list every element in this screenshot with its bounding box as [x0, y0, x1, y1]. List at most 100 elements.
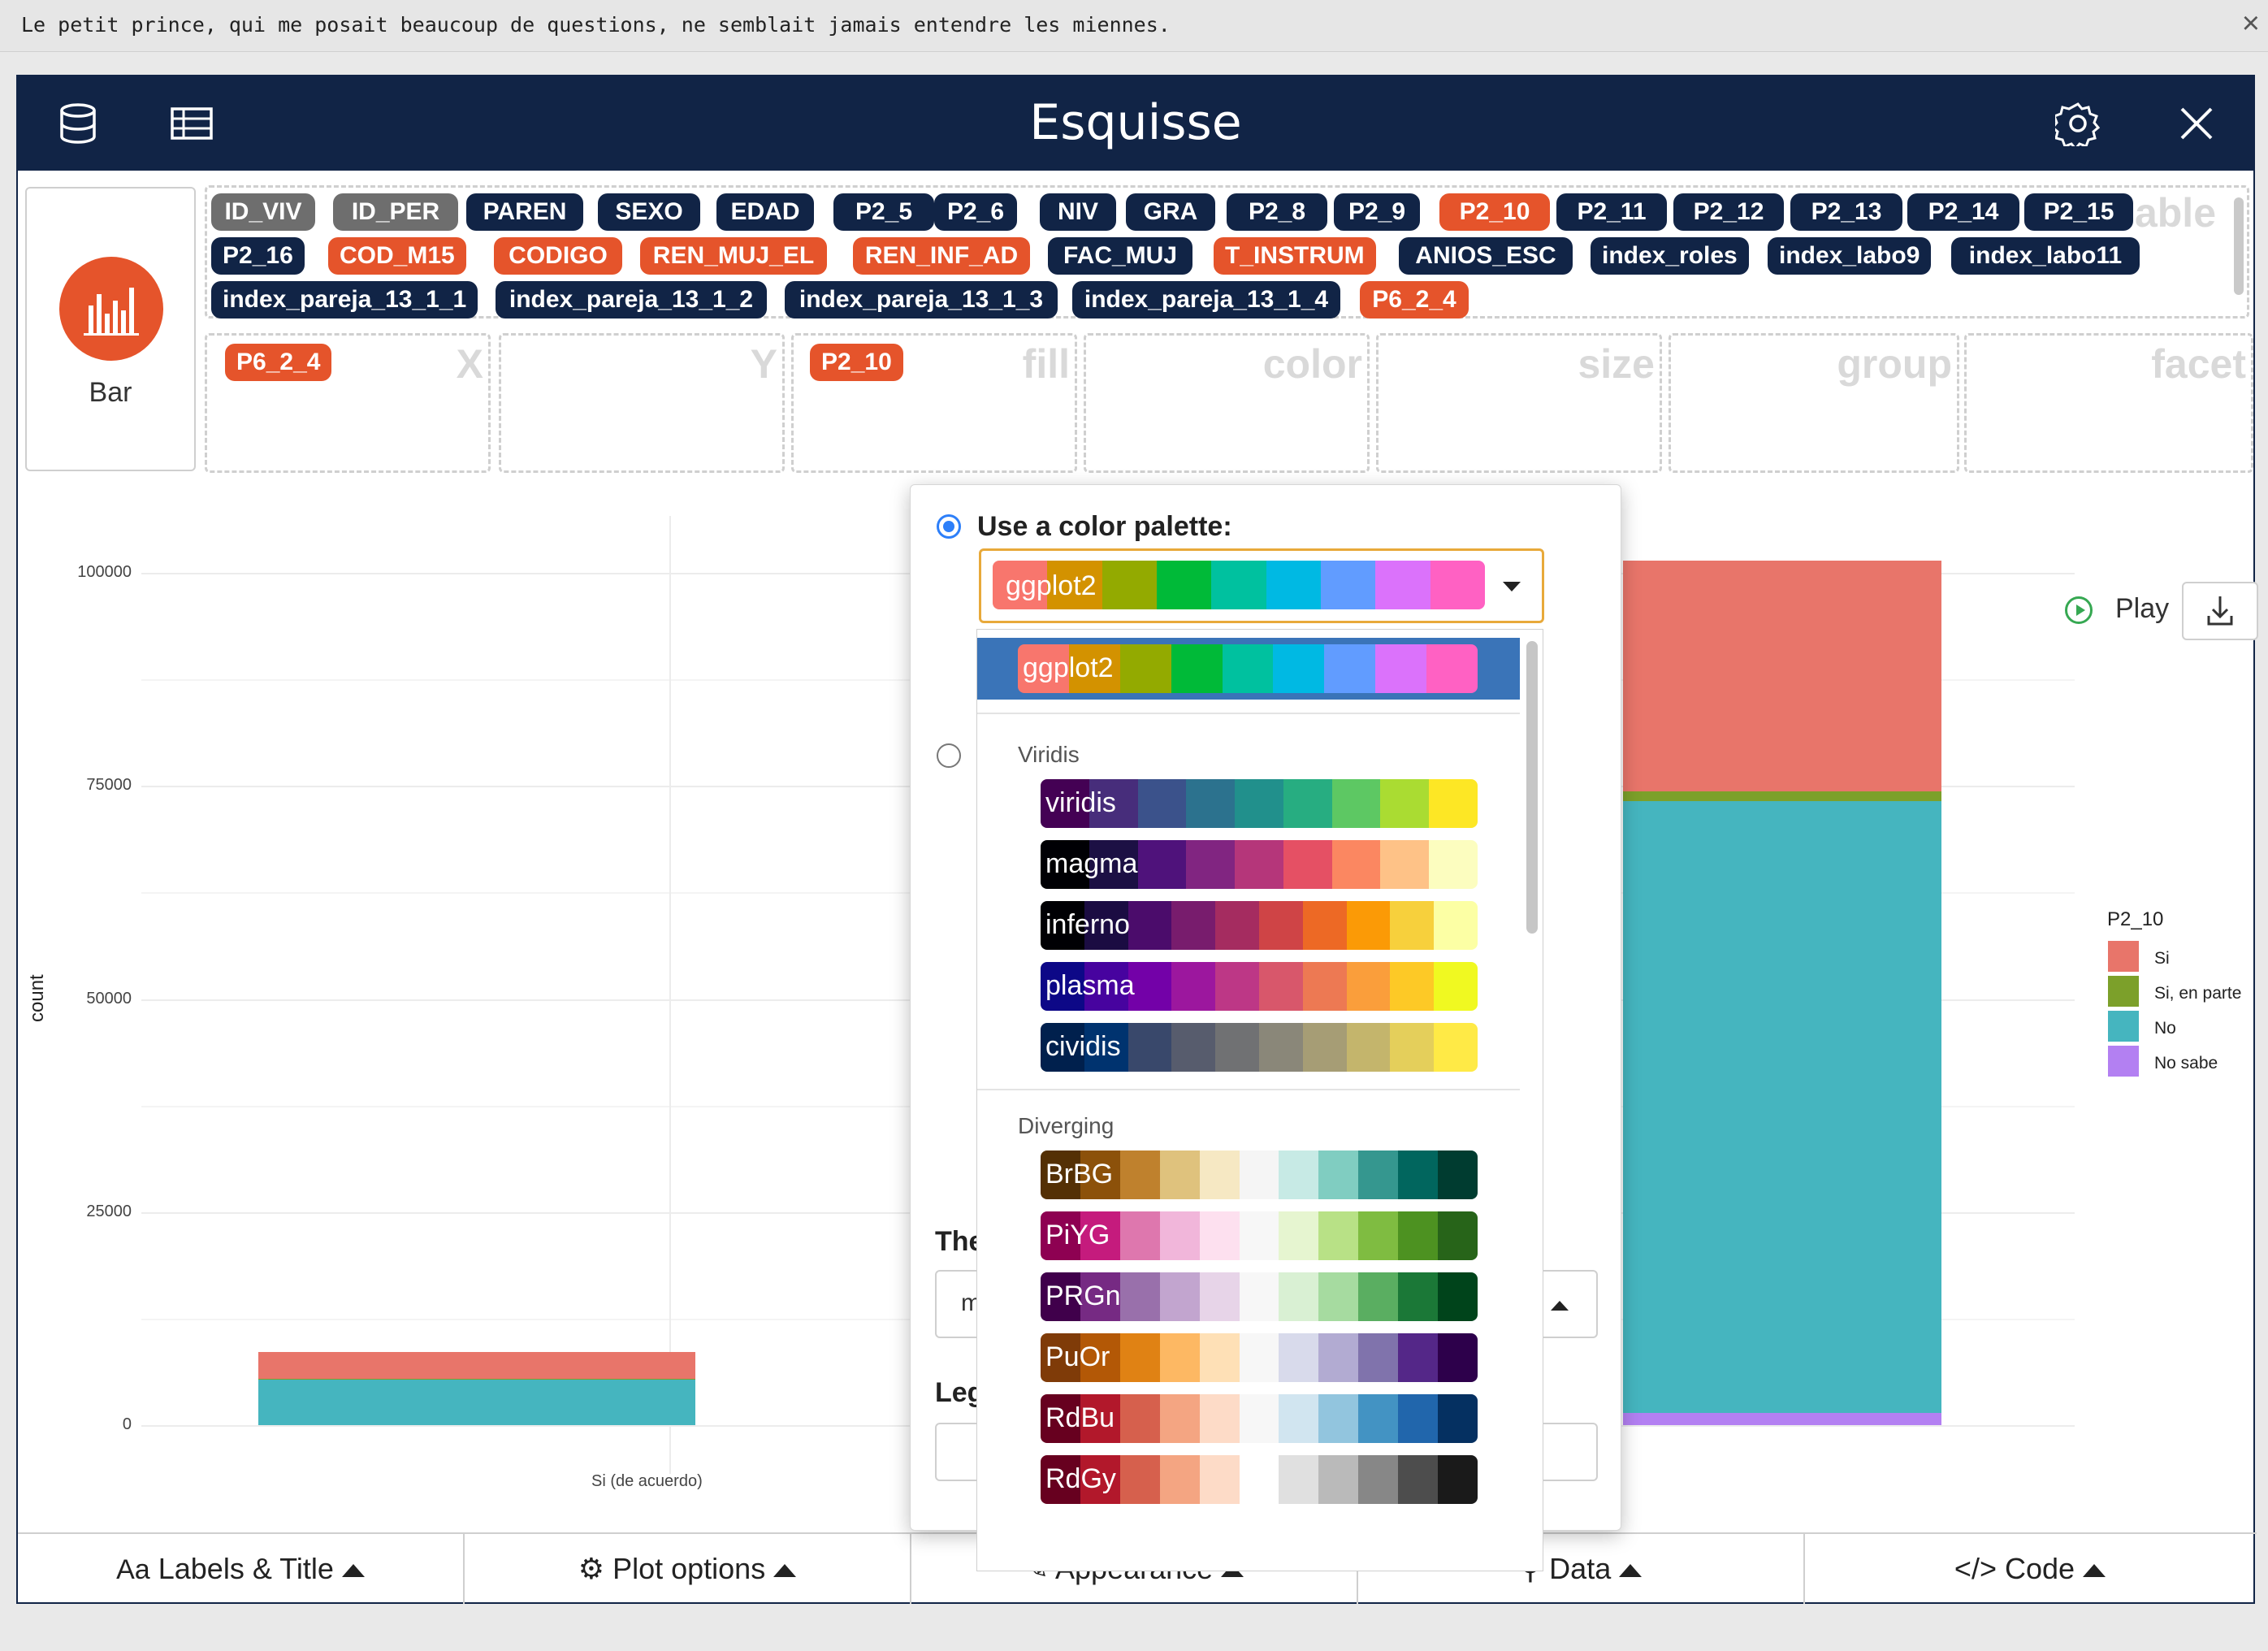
bar-segment — [258, 1380, 695, 1425]
bar-segment — [258, 1379, 695, 1380]
variable-chip[interactable]: REN_MUJ_EL — [640, 237, 827, 275]
tab-code[interactable]: </> Code — [1805, 1534, 2255, 1604]
download-icon — [2207, 596, 2233, 626]
variable-chip[interactable]: P2_9 — [1334, 193, 1420, 231]
variable-chip[interactable]: index_pareja_13_1_3 — [785, 281, 1058, 318]
variable-chip[interactable]: P2_15 — [2024, 193, 2133, 231]
legend-key — [2108, 941, 2139, 972]
palette-option-label: ggplot2 — [1023, 652, 1114, 683]
play-label: Play — [2115, 593, 2170, 624]
dropzone-facet[interactable]: facet — [1964, 333, 2253, 473]
legend-label: No sabe — [2154, 1054, 2218, 1072]
bar-segment — [1623, 1413, 1941, 1425]
notice-text: Le petit prince, qui me posait beaucoup … — [21, 13, 1171, 37]
variable-chip[interactable]: ID_VIV — [211, 193, 315, 231]
dropzone-group[interactable]: group — [1669, 333, 1959, 473]
gear-icon[interactable] — [2055, 101, 2101, 146]
app-title: Esquisse — [1029, 94, 1242, 151]
variable-chip[interactable]: ANIOS_ESC — [1399, 237, 1573, 275]
variable-chip[interactable]: P2_14 — [1907, 193, 2019, 231]
variable-chip[interactable]: index_roles — [1591, 237, 1749, 275]
geom-selector-button[interactable]: Bar — [25, 187, 196, 471]
dropzone-y-title: Y — [750, 341, 777, 387]
legend-key — [2108, 1011, 2139, 1042]
download-button[interactable] — [2182, 582, 2258, 640]
legend-key — [2108, 976, 2139, 1007]
variable-chip[interactable]: NIV — [1040, 193, 1116, 231]
text-icon: Aa — [116, 1554, 150, 1585]
caret-up-icon — [1619, 1564, 1643, 1578]
palette-option-label: plasma — [1045, 970, 1135, 1001]
variable-chip[interactable]: COD_M15 — [328, 237, 466, 275]
dropzone-color[interactable]: color — [1084, 333, 1370, 473]
variable-chip[interactable]: REN_INF_AD — [853, 237, 1030, 275]
notice-bar: Le petit prince, qui me posait beaucoup … — [0, 0, 2268, 52]
variable-chip[interactable]: P2_11 — [1556, 193, 1667, 231]
divider — [977, 1089, 1520, 1090]
variable-chip[interactable]: P2_13 — [1790, 193, 1902, 231]
dropzone-y[interactable]: Y — [499, 333, 785, 473]
variable-chip[interactable]: index_pareja_13_1_1 — [211, 281, 478, 318]
legend-label: No — [2154, 1019, 2176, 1038]
dropzone-fill-title: fill — [1022, 341, 1070, 387]
palette-option-label: PiYG — [1045, 1220, 1110, 1250]
tab-plot-options[interactable]: ⚙ Plot options — [465, 1534, 911, 1604]
variable-chip[interactable]: index_pareja_13_1_2 — [496, 281, 767, 318]
palette-option-label: inferno — [1045, 909, 1130, 940]
variable-chip[interactable]: P2_5 — [833, 193, 934, 231]
dropzone-size-title: size — [1578, 341, 1655, 387]
variable-chip[interactable]: T_INSTRUM — [1214, 237, 1376, 275]
palette-dropdown-list: ggplot2 Viridis viridis magma inferno plasma… — [976, 629, 1543, 1571]
palette-select[interactable]: ggplot2 — [979, 548, 1544, 623]
dropzone-fill-chip[interactable]: P2_10 — [810, 344, 903, 381]
modal-header: Esquisse — [18, 76, 2253, 171]
color-manual-radio[interactable] — [937, 743, 961, 768]
variable-chip[interactable]: P2_12 — [1673, 193, 1784, 231]
palette-option-ggplot2[interactable]: ggplot2 — [977, 638, 1520, 700]
close-icon[interactable] — [2174, 101, 2219, 146]
palette-group-title: Diverging — [1018, 1113, 1115, 1138]
gear-icon: ⚙ — [578, 1552, 605, 1585]
variable-chip[interactable]: P2_10 — [1439, 193, 1550, 231]
chevron-up-icon — [1551, 1301, 1569, 1311]
dropzone-facet-title: facet — [2151, 341, 2246, 387]
chevron-down-icon — [1503, 582, 1521, 592]
variable-chip[interactable]: index_pareja_13_1_4 — [1072, 281, 1340, 318]
close-icon[interactable]: × — [2242, 6, 2260, 41]
variable-chip[interactable]: P6_2_4 — [1360, 281, 1469, 318]
dropzone-x-chip[interactable]: P6_2_4 — [225, 344, 332, 381]
variable-chip[interactable]: GRA — [1126, 193, 1215, 231]
variable-chip[interactable]: ID_PER — [333, 193, 458, 231]
gridline-vertical — [669, 516, 671, 1474]
bar-segment — [1623, 791, 1941, 802]
dropzone-fill[interactable]: fill P2_10 — [791, 333, 1077, 473]
variable-chip[interactable]: index_labo9 — [1768, 237, 1932, 275]
palette-option-label: cividis — [1045, 1031, 1121, 1062]
divider — [977, 713, 1520, 714]
tab-labels-title[interactable]: Aa Labels & Title — [18, 1534, 465, 1604]
bar-segment — [1623, 801, 1941, 1414]
variable-chip[interactable]: P2_6 — [934, 193, 1017, 231]
dropzone-x[interactable]: X P6_2_4 — [205, 333, 491, 473]
palette-radio[interactable] — [937, 514, 961, 539]
legend-label: Si — [2154, 949, 2170, 968]
variable-chip[interactable]: PAREN — [466, 193, 583, 231]
variable-chip[interactable]: index_labo11 — [1951, 237, 2140, 275]
variable-chip[interactable]: CODIGO — [494, 237, 622, 275]
variable-chip[interactable]: SEXO — [598, 193, 700, 231]
caret-up-icon — [341, 1564, 365, 1578]
caret-up-icon — [773, 1564, 797, 1578]
palette-option-label: PRGn — [1045, 1280, 1121, 1311]
pool-scrollbar[interactable] — [2234, 197, 2244, 295]
variable-chip[interactable]: P2_8 — [1227, 193, 1327, 231]
dropzone-size[interactable]: size — [1376, 333, 1662, 473]
tab-label: Labels & Title — [158, 1552, 334, 1585]
legend-label: Si, en parte — [2154, 984, 2242, 1003]
palette-selected-name: ggplot2 — [1006, 570, 1097, 601]
variable-chip[interactable]: FAC_MUJ — [1048, 237, 1192, 275]
palette-option-label: BrBG — [1045, 1159, 1114, 1190]
variable-chip[interactable]: EDAD — [716, 193, 814, 231]
dropdown-scrollbar[interactable] — [1526, 641, 1538, 934]
variable-chip[interactable]: P2_16 — [211, 237, 305, 275]
geom-label: Bar — [89, 377, 132, 408]
